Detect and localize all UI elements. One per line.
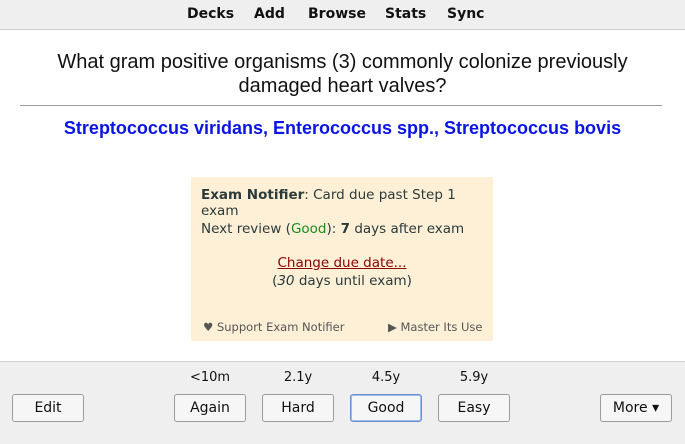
nav-browse[interactable]: Browse: [308, 6, 366, 22]
nav-add[interactable]: Add: [254, 6, 285, 22]
edit-button[interactable]: Edit: [12, 394, 84, 422]
until-rest: days until exam): [294, 273, 412, 289]
more-button[interactable]: More ▾: [600, 394, 672, 422]
master-its-use-link[interactable]: ▶ Master Its Use: [388, 320, 482, 334]
next-review-ease: Good: [290, 221, 327, 237]
days-until-exam: (30 days until exam): [191, 273, 493, 289]
next-review-suffix: days after exam: [350, 221, 465, 237]
top-toolbar: Decks Add Browse Stats Sync: [0, 0, 685, 29]
next-review-mid: ):: [326, 221, 341, 237]
nav-stats[interactable]: Stats: [385, 6, 426, 22]
nav-decks[interactable]: Decks: [187, 6, 234, 22]
card-question: What gram positive organisms (3) commonl…: [57, 51, 628, 97]
good-button[interactable]: Good: [350, 394, 422, 422]
good-interval: 4.5y: [371, 370, 401, 385]
support-exam-notifier-link[interactable]: ♥ Support Exam Notifier: [203, 320, 344, 334]
change-due-date-link[interactable]: Change due date...: [191, 255, 493, 271]
nav-sync[interactable]: Sync: [447, 6, 484, 22]
until-days: 30: [277, 273, 295, 289]
notifier-status: Exam Notifier: Card due past Step 1 exam: [201, 187, 493, 219]
again-button[interactable]: Again: [174, 394, 246, 422]
answer-divider: [20, 105, 662, 106]
easy-interval: 5.9y: [459, 370, 489, 385]
exam-notifier-panel: Exam Notifier: Card due past Step 1 exam…: [191, 177, 493, 341]
next-review-days: 7: [340, 221, 351, 237]
next-review-prefix: Next review (: [201, 221, 291, 237]
card-answer: Streptococcus viridans, Enterococcus spp…: [63, 118, 622, 138]
card-view: What gram positive organisms (3) commonl…: [0, 29, 685, 362]
hard-button[interactable]: Hard: [262, 394, 334, 422]
hard-interval: 2.1y: [283, 370, 313, 385]
again-interval: <10m: [189, 370, 231, 385]
notifier-title: Exam Notifier: [201, 187, 305, 203]
answer-bar: Edit <10m Again 2.1y Hard 4.5y Good 5.9y…: [0, 362, 685, 444]
notifier-next-review: Next review (Good): 7 days after exam: [201, 221, 464, 237]
easy-button[interactable]: Easy: [438, 394, 510, 422]
